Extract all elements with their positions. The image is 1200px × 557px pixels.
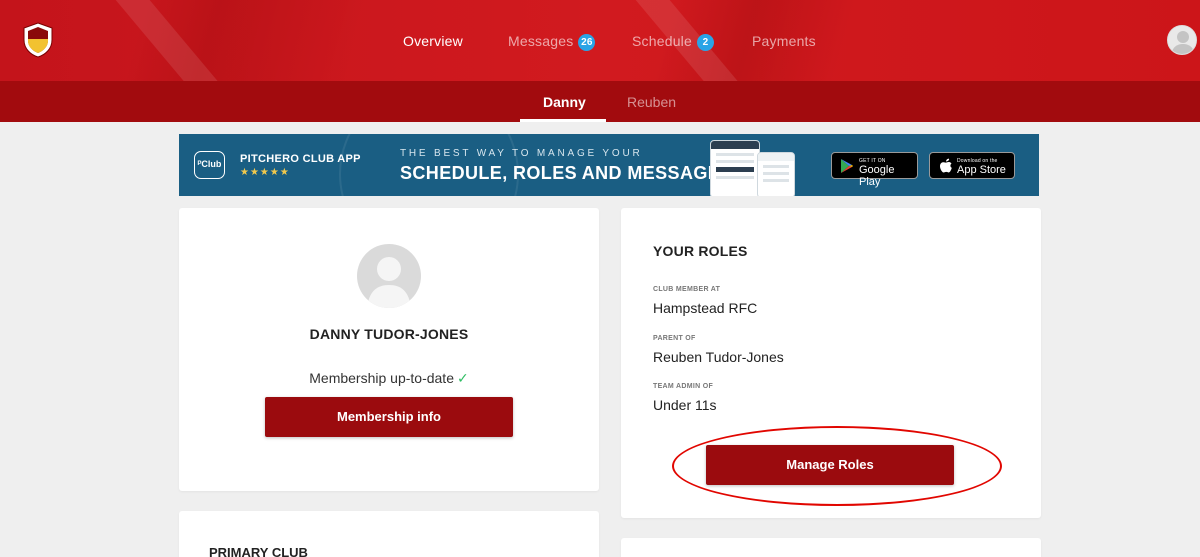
annotation-circle [672, 426, 1002, 506]
role-value: Hampstead RFC [653, 300, 758, 316]
person-silhouette-icon [367, 257, 411, 308]
membership-info-button[interactable]: Membership info [265, 397, 513, 437]
google-play-icon [841, 159, 853, 173]
nav-messages[interactable]: Messages 26 [508, 33, 596, 51]
membership-status: Membership up-to-date ✓ [179, 370, 599, 387]
roles-title: YOUR ROLES [653, 243, 748, 259]
nav-overview[interactable]: Overview [403, 33, 463, 49]
nav-schedule-label: Schedule [632, 33, 692, 49]
tab-danny[interactable]: Danny [543, 94, 586, 110]
rating-stars: ★★★★★ [240, 167, 290, 178]
user-avatar[interactable] [1167, 25, 1197, 55]
check-icon: ✓ [457, 370, 469, 386]
nav-schedule[interactable]: Schedule 2 [632, 33, 714, 51]
primary-club-card: PRIMARY CLUB [179, 511, 599, 557]
google-play-big-text: Google Play [859, 164, 895, 188]
schedule-count-badge: 2 [696, 34, 714, 51]
top-nav-bar: Overview Messages 26 Schedule 2 Payments [0, 0, 1200, 81]
app-promo-banner[interactable]: ᴾClub PITCHERO CLUB APP ★★★★★ THE BEST W… [179, 134, 1039, 196]
app-store-button[interactable]: Download on the App Store [929, 152, 1015, 179]
profile-avatar [357, 244, 421, 308]
role-value: Reuben Tudor-Jones [653, 349, 784, 365]
banner-tagline-small: THE BEST WAY TO MANAGE YOUR [400, 148, 643, 159]
profile-name: DANNY TUDOR-JONES [309, 326, 469, 342]
secondary-card [621, 538, 1041, 557]
apple-icon [940, 158, 952, 173]
phone-mockup-icon [710, 140, 760, 196]
nav-payments[interactable]: Payments [752, 33, 816, 49]
phone-mockup-secondary-icon [757, 152, 795, 196]
app-name: PITCHERO CLUB APP [240, 153, 361, 165]
banner-tagline-big: SCHEDULE, ROLES AND MESSAGES [400, 163, 733, 183]
role-value: Under 11s [653, 397, 717, 413]
tab-reuben[interactable]: Reuben [627, 94, 676, 110]
role-label: CLUB MEMBER AT [653, 286, 721, 293]
role-label: PARENT OF [653, 335, 696, 342]
role-label: TEAM ADMIN OF [653, 383, 714, 390]
app-store-big-text: App Store [957, 164, 1006, 176]
google-play-button[interactable]: GET IT ON Google Play [831, 152, 918, 188]
member-tabs: Danny Reuben [0, 81, 1200, 122]
membership-status-text: Membership up-to-date [309, 370, 454, 386]
profile-card: DANNY TUDOR-JONES Membership up-to-date ✓… [179, 208, 599, 491]
active-tab-indicator [520, 119, 606, 122]
nav-messages-label: Messages [508, 33, 574, 49]
club-app-logo-icon: ᴾClub [194, 151, 225, 179]
messages-count-badge: 26 [578, 34, 596, 51]
primary-club-title: PRIMARY CLUB [209, 545, 308, 557]
